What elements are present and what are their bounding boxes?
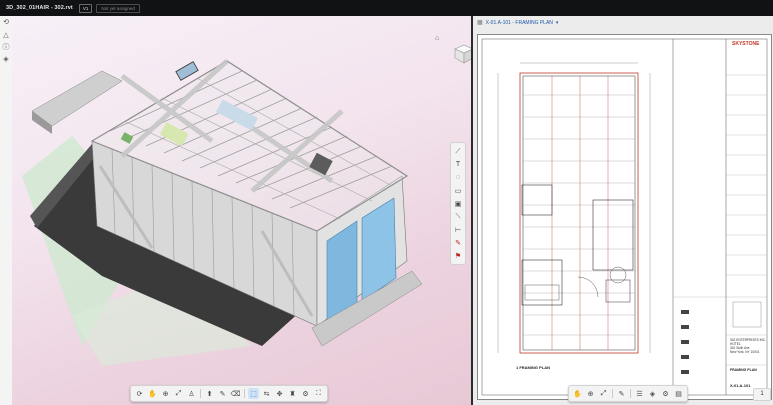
sheet-selector[interactable]: ▦ X-01.A-101 - FRAMING PLAN ▾ bbox=[477, 19, 559, 27]
sheet-footer-title: FRAMING PLAN bbox=[730, 368, 757, 372]
markup-toolbar: ⟋ T ◌ ▭ ▣ ⟍ ⊢ ✎ ⚑ bbox=[450, 142, 466, 265]
framing-plan-drawing bbox=[481, 38, 768, 396]
measure-tool-icon[interactable]: ⟍ bbox=[453, 211, 464, 222]
sheet-icon: ▦ bbox=[477, 20, 483, 26]
list-icon[interactable]: ☰ bbox=[634, 388, 645, 399]
properties-icon[interactable]: ⚙ bbox=[300, 388, 311, 399]
assign-status[interactable]: Not yet assigned bbox=[96, 3, 140, 13]
section-tool-icon[interactable]: ⟋ bbox=[453, 146, 464, 157]
top-bar: 3D_302_01HAIR - 302.rvt V1 Not yet assig… bbox=[0, 0, 773, 16]
orbit-icon[interactable]: ⟳ bbox=[134, 388, 145, 399]
layers-icon[interactable]: ◈ bbox=[2, 56, 10, 64]
version-badge[interactable]: V1 bbox=[78, 3, 93, 13]
layers-icon[interactable]: ◈ bbox=[647, 388, 658, 399]
sheet-2d-viewer[interactable]: ▦ X-01.A-101 - FRAMING PLAN ▾ SKYSTONE 3… bbox=[473, 16, 773, 405]
info-icon[interactable]: ⓘ bbox=[2, 44, 10, 52]
pan-icon[interactable]: ✋ bbox=[147, 388, 158, 399]
warning-icon[interactable]: △ bbox=[2, 32, 10, 40]
settings-icon[interactable]: ⛶ bbox=[313, 388, 324, 399]
section-box-icon[interactable]: ⇆ bbox=[261, 388, 272, 399]
pencil-icon[interactable]: ✎ bbox=[217, 388, 228, 399]
rectangle-tool-icon[interactable]: ▭ bbox=[453, 185, 464, 196]
toolbar-divider bbox=[244, 389, 245, 398]
stamp-tool-icon[interactable]: ⚑ bbox=[453, 250, 464, 261]
fit-view-icon[interactable]: ⤢ bbox=[173, 388, 184, 399]
select-icon[interactable]: ⬚ bbox=[248, 388, 259, 399]
model-browser-icon[interactable]: ♜ bbox=[287, 388, 298, 399]
sheet-name: X-01.A-101 - FRAMING PLAN bbox=[485, 19, 553, 26]
building-model-3d bbox=[22, 59, 423, 366]
sheet-number: X-01.A-101 bbox=[730, 383, 751, 388]
pencil-icon[interactable]: ✎ bbox=[616, 388, 627, 399]
fit-view-icon[interactable]: ⤢ bbox=[598, 388, 609, 399]
pen-tool-icon[interactable]: ✎ bbox=[453, 237, 464, 248]
zoom-window-icon[interactable]: ⊕ bbox=[160, 388, 171, 399]
client-block: 342 ENTERPRISES INC. HOTEL 342 Sixth Ave… bbox=[730, 338, 766, 354]
file-title: 3D_302_01HAIR - 302.rvt bbox=[6, 5, 73, 11]
view-cube-icon[interactable] bbox=[453, 43, 471, 65]
history-icon[interactable]: ⟲ bbox=[2, 19, 10, 27]
settings-icon[interactable]: ⚙ bbox=[660, 388, 671, 399]
first-person-icon[interactable]: ♙ bbox=[186, 388, 197, 399]
page-indicator[interactable]: 1 bbox=[753, 388, 771, 401]
dimension-tool-icon[interactable]: ⊢ bbox=[453, 224, 464, 235]
markup-icon[interactable]: ⬆ bbox=[204, 388, 215, 399]
company-logo: SKYSTONE bbox=[732, 41, 760, 47]
drawing-sheet: SKYSTONE 342 ENTERPRISES INC. HOTEL 342 … bbox=[477, 34, 772, 400]
client-line-4: New York, NY 10001 bbox=[730, 350, 760, 354]
text-tool-icon[interactable]: T bbox=[453, 159, 464, 170]
drawing-caption: 1 FRAMING PLAN bbox=[516, 365, 550, 370]
model-3d-viewer[interactable]: ⌂ ⟋ T ◌ ▭ ▣ ⟍ ⊢ ✎ ⚑ ⟳ ✋ ⊕ ⤢ ♙ ⬆ ✎ ⌫ ⬚ ⇆ … bbox=[12, 16, 471, 405]
sheet-bottom-toolbar: ✋ ⊕ ⤢ ✎ ☰ ◈ ⚙ ▤ bbox=[568, 385, 688, 402]
eraser-icon[interactable]: ⌫ bbox=[230, 388, 241, 399]
callout-tool-icon[interactable]: ▣ bbox=[453, 198, 464, 209]
explode-icon[interactable]: ✥ bbox=[274, 388, 285, 399]
toolbar-divider bbox=[200, 389, 201, 398]
properties-icon[interactable]: ▤ bbox=[673, 388, 684, 399]
chevron-down-icon: ▾ bbox=[555, 19, 559, 26]
toolbar-divider bbox=[612, 389, 613, 398]
toolbar-divider bbox=[630, 389, 631, 398]
comment-tool-icon[interactable]: ◌ bbox=[453, 172, 464, 183]
zoom-window-icon[interactable]: ⊕ bbox=[585, 388, 596, 399]
pan-icon[interactable]: ✋ bbox=[572, 388, 583, 399]
viewer-bottom-toolbar: ⟳ ✋ ⊕ ⤢ ♙ ⬆ ✎ ⌫ ⬚ ⇆ ✥ ♜ ⚙ ⛶ bbox=[130, 385, 328, 402]
home-icon[interactable]: ⌂ bbox=[435, 35, 439, 42]
